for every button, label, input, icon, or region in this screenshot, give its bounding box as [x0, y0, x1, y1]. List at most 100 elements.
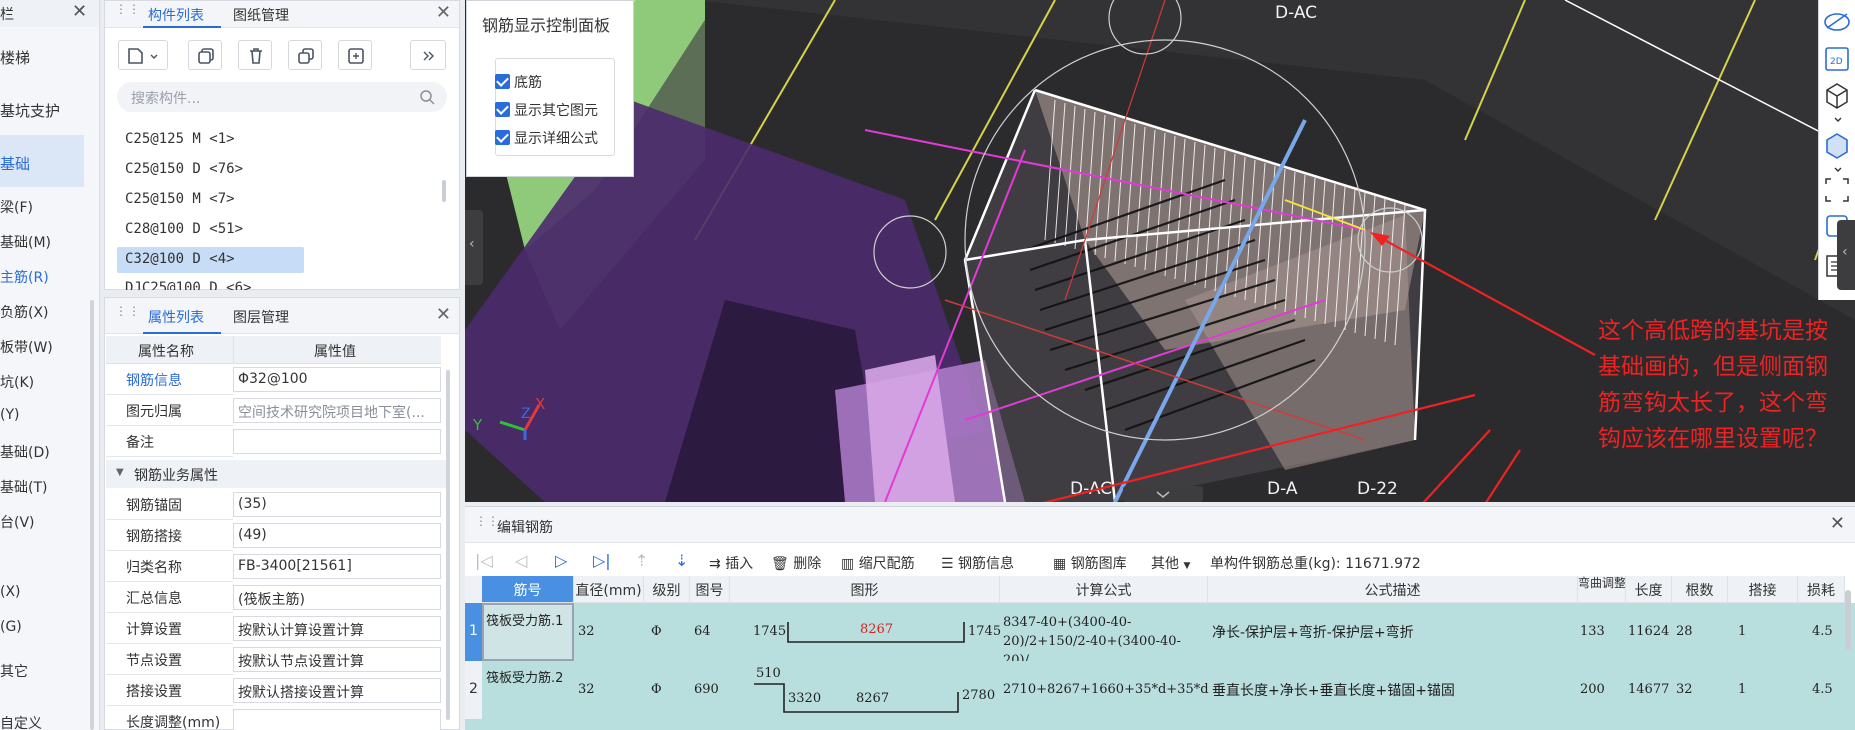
checkbox-show-other-elements[interactable]: 显示其它图元: [495, 100, 598, 120]
count-cell[interactable]: 28: [1676, 624, 1693, 639]
drag-handle-icon[interactable]: ⋮⋮: [475, 515, 499, 527]
tab-layer-management[interactable]: 图层管理: [233, 307, 289, 327]
formula-cell[interactable]: 2710+8267+1660+35*d+35*d: [1003, 682, 1209, 697]
column-header[interactable]: 筋号: [482, 576, 574, 603]
collapse-arrow-icon[interactable]: ▼: [116, 467, 124, 478]
formula-description-cell[interactable]: 净长-保护层+弯折-保护层+弯折: [1212, 622, 1414, 642]
delete-button[interactable]: 🗑 删除: [771, 553, 821, 573]
property-value[interactable]: (49): [233, 523, 441, 548]
column-header[interactable]: 图号: [690, 576, 730, 603]
nav-item-foundation[interactable]: 基础: [0, 153, 30, 174]
other-dropdown[interactable]: 其他 ▼: [1151, 553, 1190, 573]
more-tools-button[interactable]: [410, 40, 446, 70]
figure-number-cell[interactable]: 64: [694, 624, 711, 639]
first-record-icon[interactable]: |◁: [475, 551, 493, 570]
bend-adjust-cell[interactable]: 200: [1580, 682, 1605, 697]
nav-sub-item[interactable]: 板带(W): [0, 337, 53, 357]
checkbox-show-detailed-formula[interactable]: 显示详细公式: [495, 128, 598, 148]
nav-sub-item[interactable]: (Y): [0, 407, 19, 423]
rebar-name-cell[interactable]: 筏板受力筋.1: [486, 611, 574, 632]
copy-button[interactable]: [188, 40, 222, 70]
nav-item-pit-support[interactable]: 基坑支护: [0, 100, 60, 121]
bend-adjust-cell[interactable]: 133: [1580, 624, 1605, 639]
length-cell[interactable]: 11624: [1628, 624, 1669, 639]
property-value[interactable]: (筏板主筋): [233, 585, 441, 610]
formula-description-cell[interactable]: 垂直长度+净长+垂直长度+锚固+锚固: [1212, 680, 1455, 700]
checkbox-bottom-rebar[interactable]: 底筋: [495, 72, 542, 92]
figure-number-cell[interactable]: 690: [694, 682, 719, 697]
list-item[interactable]: C25@150 D <76>: [125, 161, 243, 177]
property-value[interactable]: 空间技术研究院项目地下室(...: [233, 398, 441, 423]
nav-sub-item[interactable]: 负筋(X): [0, 302, 49, 322]
new-component-button[interactable]: [118, 40, 168, 70]
scrollbar[interactable]: [446, 370, 450, 720]
diameter-cell[interactable]: 32: [578, 682, 595, 697]
diameter-cell[interactable]: 32: [578, 624, 595, 639]
column-header[interactable]: 根数: [1672, 576, 1728, 603]
move-down-icon[interactable]: ⇣: [675, 551, 688, 570]
last-record-icon[interactable]: ▷|: [593, 551, 611, 570]
property-value[interactable]: [233, 429, 441, 454]
insert-button[interactable]: ⇉ 插入: [709, 553, 753, 573]
scrollbar[interactable]: [1845, 590, 1851, 650]
column-header[interactable]: 弯曲调整: [1578, 576, 1626, 603]
nav-sub-item[interactable]: (X): [0, 584, 21, 600]
nav-sub-item[interactable]: 台(V): [0, 512, 35, 532]
property-value[interactable]: (35): [233, 492, 441, 517]
column-header[interactable]: 长度: [1626, 576, 1672, 603]
property-value[interactable]: 按默认计算设置计算: [233, 616, 441, 641]
delete-icon[interactable]: [238, 40, 272, 70]
nav-item-stairs[interactable]: 楼梯: [0, 47, 30, 68]
nav-sub-item[interactable]: 自定义: [0, 713, 42, 730]
nav-sub-item[interactable]: 其它: [0, 661, 28, 681]
column-header[interactable]: 损耗: [1798, 576, 1845, 603]
property-value[interactable]: FB-3400[21561]: [233, 554, 441, 579]
row-number[interactable]: 2: [465, 661, 482, 719]
scrollbar[interactable]: [90, 300, 94, 730]
drag-handle-icon[interactable]: ⋮⋮: [115, 3, 140, 22]
search-input[interactable]: 搜索构件...: [117, 82, 447, 112]
column-header[interactable]: 计算公式: [1000, 576, 1208, 603]
rebar-library-button[interactable]: ▦ 钢筋图库: [1053, 553, 1127, 573]
list-item[interactable]: DJC25@100 D <6>: [125, 280, 251, 290]
property-value[interactable]: Φ32@100: [233, 367, 441, 392]
column-header[interactable]: 直径(mm): [574, 576, 644, 603]
nav-sub-item[interactable]: 坑(K): [0, 372, 34, 392]
rebar-name-cell[interactable]: 筏板受力筋.2: [486, 668, 574, 689]
list-item[interactable]: C25@125 M <1>: [125, 131, 235, 147]
nav-sub-item[interactable]: 梁(F): [0, 197, 33, 217]
loss-cell[interactable]: 4.5: [1812, 682, 1833, 697]
component-settings-button[interactable]: [338, 40, 372, 70]
next-record-icon[interactable]: ▷: [555, 551, 567, 570]
loss-cell[interactable]: 4.5: [1812, 624, 1833, 639]
nav-sub-item[interactable]: (G): [0, 619, 22, 635]
table-row[interactable]: [465, 719, 1855, 730]
checkbox-checked-icon[interactable]: [495, 74, 510, 89]
column-header[interactable]: 公式描述: [1208, 576, 1578, 603]
property-group-header[interactable]: ▼ 钢筋业务属性: [106, 460, 446, 488]
list-item[interactable]: C25@150 M <7>: [125, 191, 235, 207]
tab-property-list[interactable]: 属性列表: [148, 307, 204, 327]
count-cell[interactable]: 32: [1676, 682, 1693, 697]
grade-cell[interactable]: Φ: [651, 682, 662, 697]
scrollbar[interactable]: [442, 180, 446, 202]
close-icon[interactable]: ✕: [1830, 513, 1845, 534]
move-up-icon[interactable]: ⇡: [635, 551, 648, 570]
close-icon[interactable]: ✕: [72, 1, 87, 22]
column-header[interactable]: 搭接: [1728, 576, 1798, 603]
nav-sub-item[interactable]: 基础(M): [0, 232, 51, 252]
close-icon[interactable]: ✕: [436, 2, 451, 23]
duplicate-layers-button[interactable]: [288, 40, 322, 70]
list-item-selected[interactable]: C32@100 D <4>: [125, 251, 235, 267]
column-header[interactable]: 级别: [644, 576, 690, 603]
collapse-right-handle[interactable]: ‹: [1837, 220, 1855, 290]
tab-component-list[interactable]: 构件列表: [148, 5, 204, 25]
checkbox-checked-icon[interactable]: [495, 102, 510, 117]
drag-handle-icon[interactable]: ⋮⋮: [115, 305, 140, 324]
nav-sub-item[interactable]: 基础(D): [0, 442, 50, 462]
lap-cell[interactable]: 1: [1738, 682, 1746, 697]
rebar-info-button[interactable]: ☰ 钢筋信息: [941, 553, 1014, 573]
property-name[interactable]: 钢筋信息: [126, 370, 182, 390]
property-value[interactable]: 按默认搭接设置计算: [233, 678, 441, 703]
collapse-left-handle[interactable]: ‹: [465, 210, 483, 285]
